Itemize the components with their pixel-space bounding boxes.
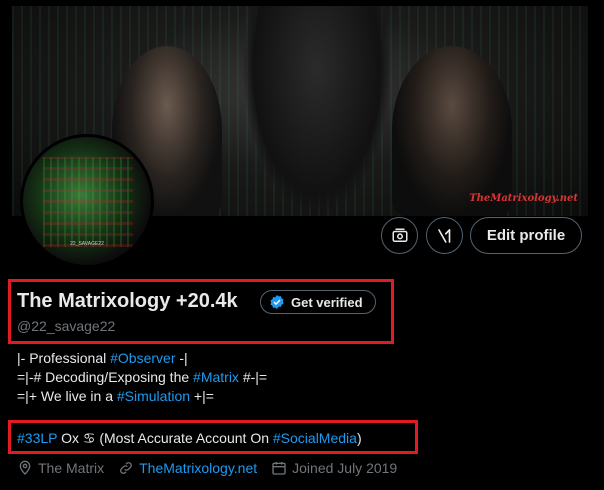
verified-badge-icon <box>270 295 284 309</box>
display-name: The Matrixology +20.4k <box>17 290 238 312</box>
banner-watermark: TheMatrixology.net <box>469 193 578 204</box>
location-pin-icon <box>19 460 31 475</box>
banner-hooded-figure <box>242 6 392 216</box>
bio-line-1: |- Professional #Observer -| <box>17 349 267 368</box>
edit-profile-button[interactable]: Edit profile <box>470 217 582 254</box>
banner-figure-right <box>392 46 512 216</box>
grok-icon <box>437 228 450 243</box>
hashtag-matrix[interactable]: #Matrix <box>193 369 239 385</box>
hashtag-simulation[interactable]: #Simulation <box>117 388 190 404</box>
bio-text: =|-# Decoding/Exposing the <box>17 369 194 385</box>
handle: @22_savage22 <box>17 318 116 334</box>
grok-button[interactable] <box>426 217 463 254</box>
bio-text: |- Professional <box>17 350 111 366</box>
website-item: TheMatrixology.net <box>118 460 257 476</box>
avatar-glitch-art <box>43 157 133 247</box>
joined-text: Joined July 2019 <box>292 460 398 476</box>
hashtag-33lp[interactable]: #33LP <box>17 430 57 446</box>
location-item: The Matrix <box>17 460 104 476</box>
link-icon <box>120 462 133 474</box>
tagline-text: (Most Accurate Account On <box>95 430 273 446</box>
bio: |- Professional #Observer -| =|-# Decodi… <box>17 349 267 406</box>
avatar-caption: 22_SAVAGE22 <box>70 241 104 247</box>
hashtag-observer[interactable]: #Observer <box>110 350 175 366</box>
bio-text: +|= <box>190 388 214 404</box>
website-link[interactable]: TheMatrixology.net <box>139 460 257 476</box>
bio-line-3: =|+ We live in a #Simulation +|= <box>17 387 267 406</box>
bio-text: -| <box>175 350 188 366</box>
tagline-text: Ox <box>57 430 83 446</box>
cancer-zodiac-icon: ♋ <box>82 430 96 446</box>
profile-meta: The Matrix TheMatrixology.net Joined Jul… <box>17 460 397 476</box>
tagline-text: ) <box>356 430 362 446</box>
get-verified-button[interactable]: Get verified <box>260 290 376 314</box>
bio-line-2: =|-# Decoding/Exposing the #Matrix #-|= <box>17 368 267 387</box>
get-verified-label: Get verified <box>291 294 363 310</box>
bio-tagline: #33LP Ox ♋ (Most Accurate Account On #So… <box>17 430 362 447</box>
money-icon <box>392 228 407 242</box>
location-text: The Matrix <box>38 460 105 476</box>
bio-text: =|+ We live in a <box>17 388 117 404</box>
subscriptions-button[interactable] <box>381 217 418 254</box>
joined-item: Joined July 2019 <box>271 460 397 476</box>
hashtag-socialmedia[interactable]: #SocialMedia <box>273 430 357 446</box>
calendar-icon <box>272 462 286 475</box>
bio-text: #-|= <box>238 369 268 385</box>
avatar[interactable]: 22_SAVAGE22 <box>20 134 154 268</box>
